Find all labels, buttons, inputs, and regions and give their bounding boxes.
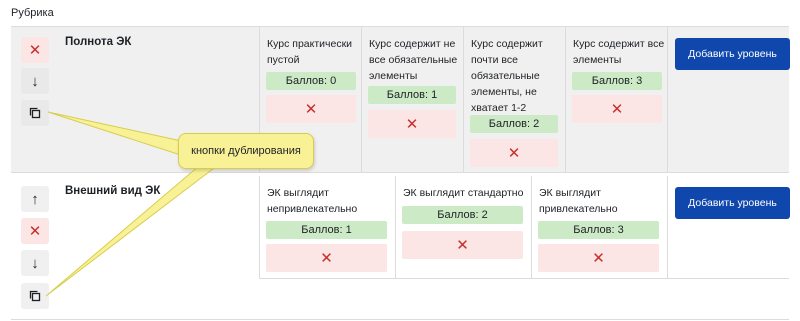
- callout-pointers: [45, 111, 224, 297]
- callout-pointer: [45, 159, 224, 297]
- duplicate-buttons-callout: кнопки дублирования: [178, 133, 314, 169]
